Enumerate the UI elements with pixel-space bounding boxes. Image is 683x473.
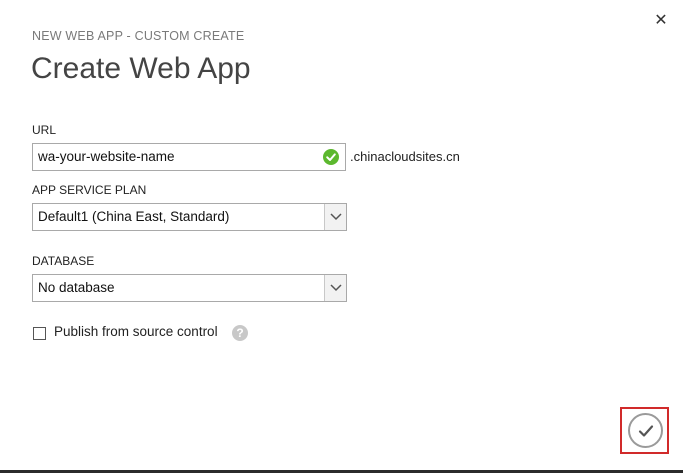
create-web-app-dialog: ✕ NEW WEB APP - CUSTOM CREATE Create Web… [0,0,683,473]
check-circle-icon [323,149,339,165]
app-service-plan-value: Default1 (China East, Standard) [38,209,230,224]
chevron-down-icon[interactable] [324,204,346,230]
database-select[interactable]: No database [32,274,347,302]
help-icon[interactable]: ? [232,325,248,341]
publish-checkbox-label[interactable]: Publish from source control [54,324,218,339]
app-service-plan-label: APP SERVICE PLAN [32,183,147,197]
url-label: URL [32,123,57,137]
url-input[interactable]: wa-your-website-name [32,143,346,171]
database-label: DATABASE [32,254,95,268]
app-service-plan-select[interactable]: Default1 (China East, Standard) [32,203,347,231]
close-icon[interactable]: ✕ [652,12,670,30]
confirm-button[interactable] [628,413,663,448]
checkmark-icon [638,424,653,437]
url-suffix: .chinacloudsites.cn [350,149,460,164]
dialog-title: Create Web App [31,52,251,85]
dialog-subtitle: NEW WEB APP - CUSTOM CREATE [32,29,245,43]
publish-checkbox[interactable] [33,327,46,340]
database-value: No database [38,280,115,295]
chevron-down-icon[interactable] [324,275,346,301]
url-input-value: wa-your-website-name [38,149,175,164]
